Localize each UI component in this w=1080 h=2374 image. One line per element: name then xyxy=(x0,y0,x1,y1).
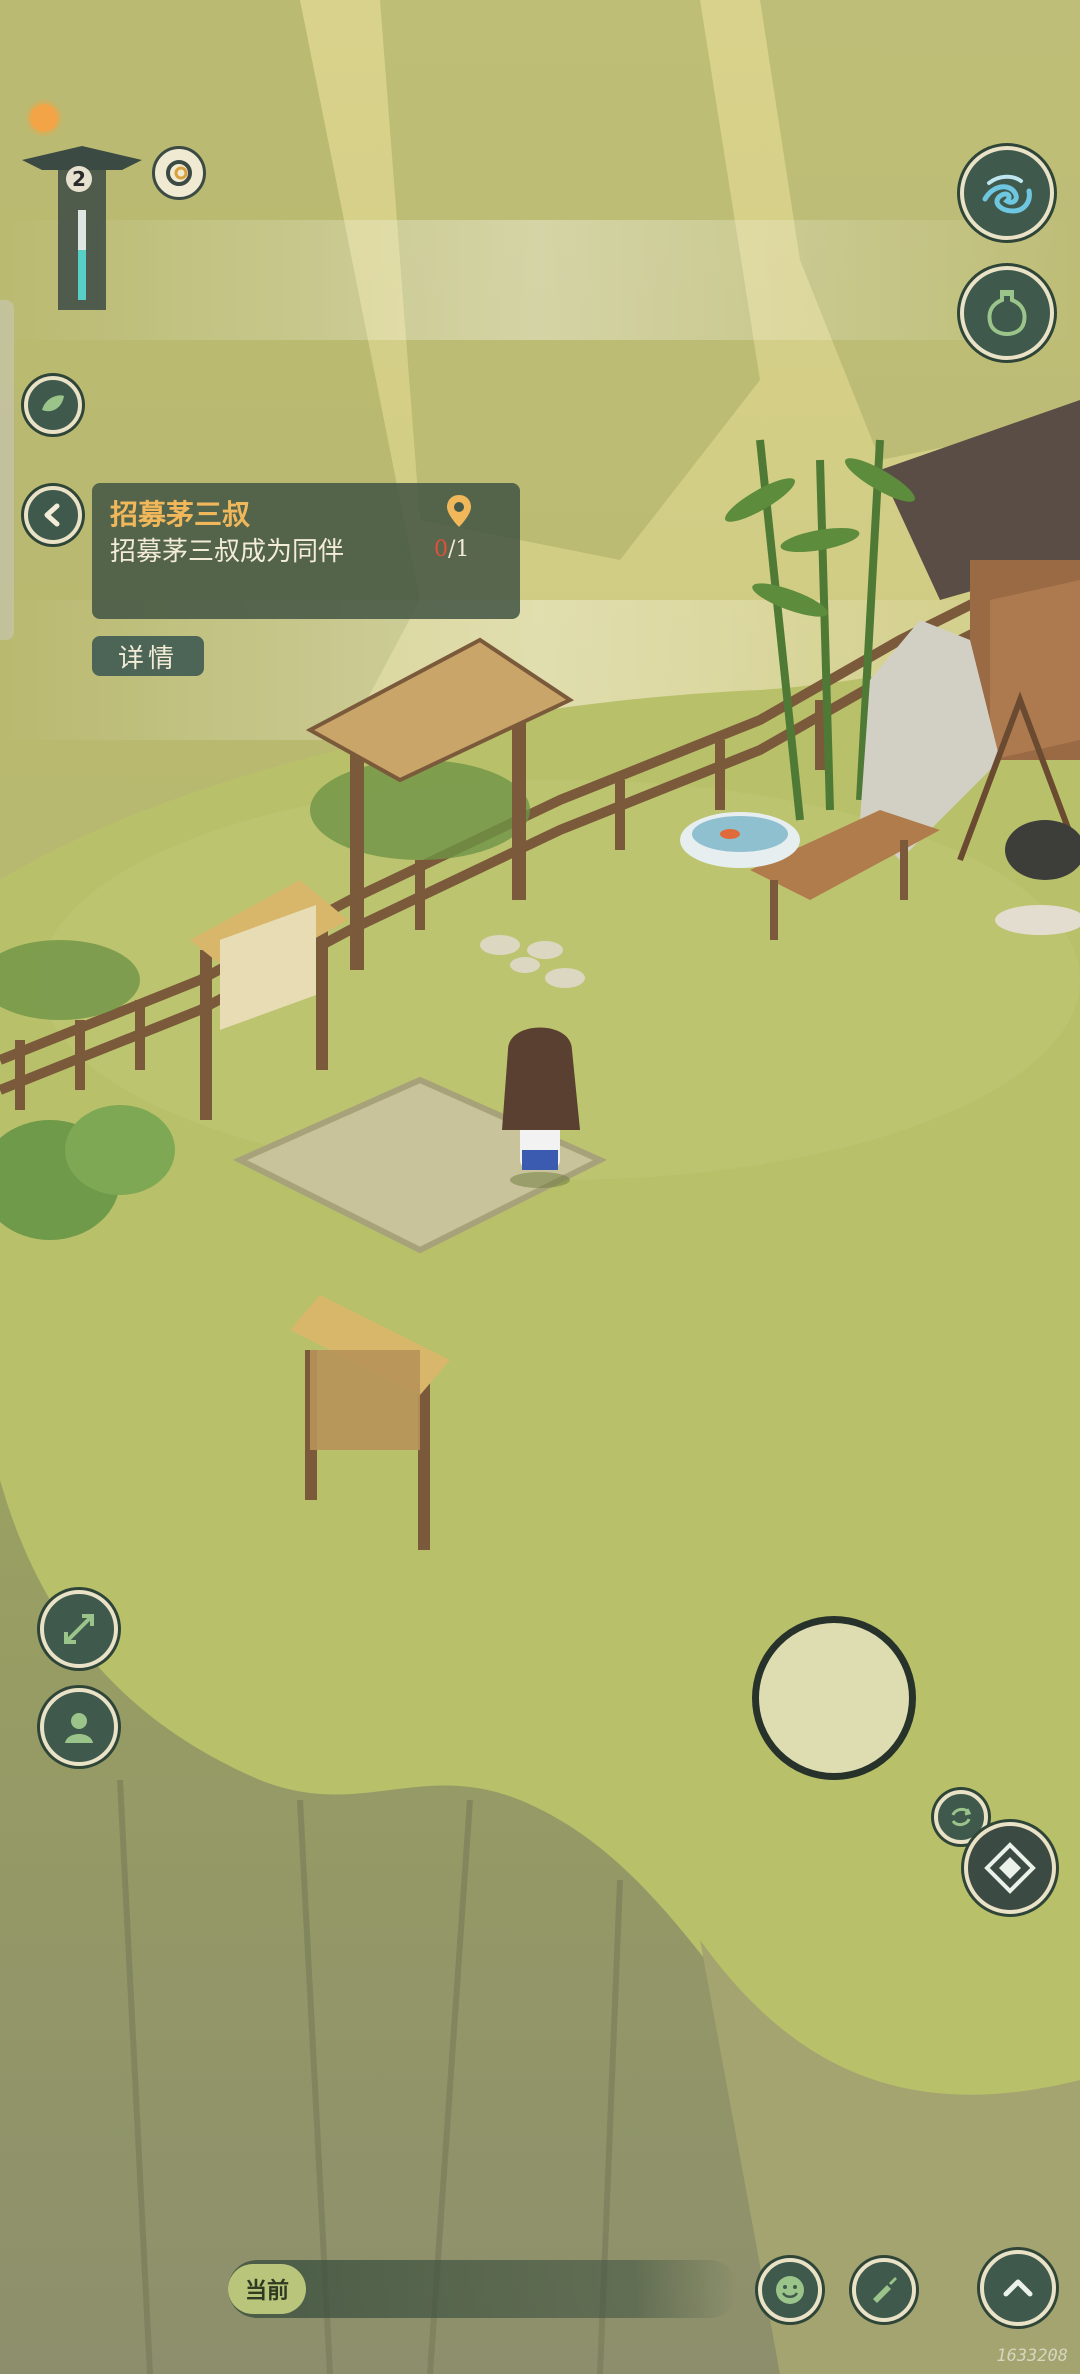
expand-menu-button[interactable] xyxy=(980,2250,1056,2326)
companion-icon xyxy=(65,1713,93,1743)
quest-details-button[interactable]: 详情 xyxy=(92,636,204,676)
swirl-icon[interactable] xyxy=(152,146,206,200)
side-drawer-tab[interactable] xyxy=(0,300,14,640)
expand-view-button[interactable] xyxy=(40,1590,118,1668)
expand-icon xyxy=(64,1614,94,1644)
emote-button[interactable] xyxy=(758,2258,822,2322)
mist-band xyxy=(0,220,1080,340)
switch-icon xyxy=(951,1807,972,1827)
leaf-button[interactable] xyxy=(24,376,82,434)
brush-icon xyxy=(873,2277,897,2303)
quest-description: 招募茅三叔成为同伴 xyxy=(110,537,345,567)
chevron-left-icon xyxy=(44,503,60,527)
diamond-attack-icon xyxy=(984,1842,1036,1894)
quest-progress: 0/1 xyxy=(434,537,469,562)
water-bowl xyxy=(680,812,800,868)
chevron-up-icon xyxy=(1003,2279,1033,2297)
build-id: 1633208 xyxy=(996,2346,1068,2366)
chat-channel-label[interactable]: 当前 xyxy=(228,2264,306,2314)
gourd-button[interactable] xyxy=(960,266,1054,360)
collapse-quest-button[interactable] xyxy=(24,486,82,544)
quest-title: 招募茅三叔 xyxy=(110,498,251,531)
quest-tracker-panel[interactable]: 招募茅三叔 招募茅三叔成为同伴 0/1 xyxy=(92,483,520,619)
quest-progress-current: 0 xyxy=(434,537,448,562)
brush-button[interactable] xyxy=(852,2258,916,2322)
joystick[interactable] xyxy=(752,1616,916,1780)
gourd-icon xyxy=(987,290,1027,337)
swirl-glyph xyxy=(166,160,192,186)
smile-icon xyxy=(776,2276,804,2304)
location-pin-glyph xyxy=(447,495,471,527)
level-badge: 2 xyxy=(66,166,92,192)
companion-button[interactable] xyxy=(40,1688,118,1766)
attack-button[interactable] xyxy=(964,1822,1056,1914)
location-pin-icon[interactable] xyxy=(444,493,474,529)
game-scene xyxy=(0,0,1080,2374)
sun-icon xyxy=(30,104,58,132)
wave-button[interactable] xyxy=(960,146,1054,240)
wave-icon xyxy=(982,174,1032,214)
game-screen: 2 招募茅三叔 招募茅三叔成为同伴 0/1 详情 当前 1633208 xyxy=(0,0,1080,2374)
quest-progress-total: /1 xyxy=(448,537,470,562)
leaf-icon xyxy=(42,395,64,412)
